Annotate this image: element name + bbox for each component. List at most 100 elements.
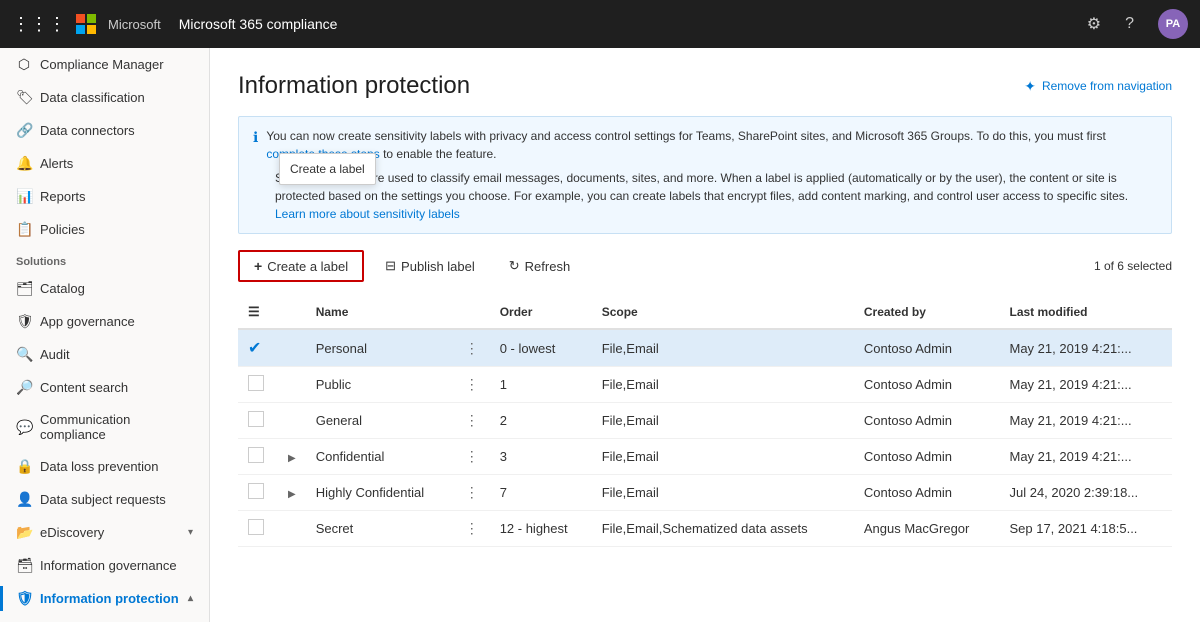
- sidebar-item-data-connectors[interactable]: 🔗 Data connectors: [0, 114, 209, 147]
- expand-icon[interactable]: ▶: [288, 489, 296, 500]
- audit-icon: 🔍: [16, 346, 32, 363]
- compliance-manager-icon: ⬡: [16, 56, 32, 73]
- microsoft-logo-area: Microsoft: [76, 14, 161, 34]
- user-avatar[interactable]: PA: [1158, 9, 1188, 39]
- row-created-by: Contoso Admin: [854, 329, 1000, 367]
- sidebar-item-communication-compliance[interactable]: 💬 Communication compliance: [0, 404, 209, 450]
- settings-icon[interactable]: ⚙: [1087, 14, 1101, 34]
- dots-icon[interactable]: ⋮: [465, 340, 480, 356]
- row-context-menu[interactable]: ⋮: [455, 329, 490, 367]
- sidebar-sub-item-overview[interactable]: Overview: [0, 615, 209, 622]
- communication-compliance-icon: 💬: [16, 419, 32, 436]
- sidebar-item-information-protection[interactable]: 🛡 Information protection ▴: [0, 582, 209, 615]
- dots-icon[interactable]: ⋮: [465, 412, 480, 428]
- info-banner-row2: Sensitivity labels are used to classify …: [253, 169, 1157, 223]
- layout: ⬡ Compliance Manager 🏷 Data classificati…: [0, 48, 1200, 622]
- row-created-by: Contoso Admin: [854, 475, 1000, 511]
- sidebar-item-policies[interactable]: 📋 Policies: [0, 213, 209, 246]
- sidebar-item-information-governance[interactable]: 🗃 Information governance: [0, 549, 209, 582]
- nav-star-icon: ✦: [1024, 78, 1036, 95]
- row-expand: [278, 403, 306, 439]
- row-scope: File,Email,Schematized data assets: [592, 511, 854, 547]
- row-name: Personal: [306, 329, 455, 367]
- row-context-menu[interactable]: ⋮: [455, 511, 490, 547]
- sidebar-item-data-subject-requests[interactable]: 👤 Data subject requests: [0, 483, 209, 516]
- create-label-tooltip: Create a label: [279, 153, 376, 185]
- row-order: 3: [490, 439, 592, 475]
- remove-from-navigation-button[interactable]: ✦ Remove from navigation: [1024, 78, 1172, 95]
- th-name: Name: [306, 296, 455, 329]
- empty-check: [248, 411, 264, 427]
- row-checkbox[interactable]: [238, 475, 278, 511]
- sidebar-item-data-loss-prevention[interactable]: 🔒 Data loss prevention: [0, 450, 209, 483]
- sidebar-item-label: Alerts: [40, 156, 73, 171]
- learn-more-link[interactable]: Learn more about sensitivity labels: [275, 207, 460, 221]
- ms-logo-blue: [76, 25, 85, 34]
- app-governance-icon: 🛡: [16, 313, 32, 330]
- row-expand[interactable]: ▶: [278, 439, 306, 475]
- sidebar-item-label: Data subject requests: [40, 492, 166, 507]
- row-context-menu[interactable]: ⋮: [455, 403, 490, 439]
- sidebar-item-label: Information protection: [40, 591, 179, 606]
- dlp-icon: 🔒: [16, 458, 32, 475]
- row-context-menu[interactable]: ⋮: [455, 475, 490, 511]
- ediscovery-expand-icon: ▾: [188, 527, 193, 538]
- create-label-label: Create a label: [267, 259, 348, 274]
- row-checkbox[interactable]: [238, 511, 278, 547]
- sidebar-item-label: Policies: [40, 222, 85, 237]
- th-scope: Scope: [592, 296, 854, 329]
- dots-icon[interactable]: ⋮: [465, 376, 480, 392]
- refresh-button[interactable]: ↻ Refresh: [496, 251, 583, 281]
- sidebar-item-compliance-manager[interactable]: ⬡ Compliance Manager: [0, 48, 209, 81]
- row-context-menu[interactable]: ⋮: [455, 439, 490, 475]
- select-all-icon[interactable]: ☰: [248, 304, 260, 319]
- sidebar-item-app-governance[interactable]: 🛡 App governance: [0, 305, 209, 338]
- content-search-icon: 🔎: [16, 379, 32, 396]
- dots-icon[interactable]: ⋮: [465, 448, 480, 464]
- dots-icon[interactable]: ⋮: [465, 520, 480, 536]
- sidebar-item-alerts[interactable]: 🔔 Alerts: [0, 147, 209, 180]
- table-row[interactable]: Secret⋮12 - highestFile,Email,Schematize…: [238, 511, 1172, 547]
- page-title: Information protection: [238, 72, 470, 100]
- row-scope: File,Email: [592, 439, 854, 475]
- row-checkbox[interactable]: ✔: [238, 329, 278, 367]
- waffle-icon[interactable]: ⋮⋮⋮: [12, 14, 66, 35]
- table-row[interactable]: ▶Highly Confidential⋮7File,EmailContoso …: [238, 475, 1172, 511]
- help-icon[interactable]: ?: [1125, 15, 1134, 33]
- row-checkbox[interactable]: [238, 439, 278, 475]
- create-label-button[interactable]: + Create a label: [238, 250, 364, 282]
- sidebar-item-label: Compliance Manager: [40, 57, 164, 72]
- sidebar-item-ediscovery[interactable]: 📂 eDiscovery ▾: [0, 516, 209, 549]
- row-expand[interactable]: ▶: [278, 475, 306, 511]
- table-header-row: ☰ Name Order Scope Created by Last modif…: [238, 296, 1172, 329]
- sidebar-item-label: Data loss prevention: [40, 459, 159, 474]
- table-row[interactable]: Public⋮1File,EmailContoso AdminMay 21, 2…: [238, 367, 1172, 403]
- sidebar-item-content-search[interactable]: 🔎 Content search: [0, 371, 209, 404]
- reports-icon: 📊: [16, 188, 32, 205]
- sidebar-item-catalog[interactable]: 🗂 Catalog: [0, 272, 209, 305]
- sidebar-item-reports[interactable]: 📊 Reports: [0, 180, 209, 213]
- main-content: Information protection ✦ Remove from nav…: [210, 48, 1200, 622]
- table-row[interactable]: General⋮2File,EmailContoso AdminMay 21, …: [238, 403, 1172, 439]
- row-context-menu[interactable]: ⋮: [455, 367, 490, 403]
- info-text-middle: to enable the feature.: [383, 147, 496, 161]
- row-created-by: Contoso Admin: [854, 367, 1000, 403]
- information-governance-icon: 🗃: [16, 557, 32, 574]
- sidebar-item-audit[interactable]: 🔍 Audit: [0, 338, 209, 371]
- page-header: Information protection ✦ Remove from nav…: [238, 72, 1172, 100]
- row-scope: File,Email: [592, 403, 854, 439]
- row-checkbox[interactable]: [238, 367, 278, 403]
- sidebar-item-data-classification[interactable]: 🏷 Data classification: [0, 81, 209, 114]
- row-last-modified: Jul 24, 2020 2:39:18...: [999, 475, 1172, 511]
- row-checkbox[interactable]: [238, 403, 278, 439]
- sidebar-item-label: Catalog: [40, 281, 85, 296]
- expand-icon[interactable]: ▶: [288, 453, 296, 464]
- sidebar-item-label: Reports: [40, 189, 86, 204]
- table-row[interactable]: ▶Confidential⋮3File,EmailContoso AdminMa…: [238, 439, 1172, 475]
- empty-check: [248, 447, 264, 463]
- publish-label-button[interactable]: ⊟ Publish label: [372, 251, 488, 281]
- table-row[interactable]: ✔Personal⋮0 - lowestFile,EmailContoso Ad…: [238, 329, 1172, 367]
- refresh-icon: ↻: [509, 258, 520, 274]
- dots-icon[interactable]: ⋮: [465, 484, 480, 500]
- info-banner-row1: ℹ You can now create sensitivity labels …: [253, 127, 1157, 163]
